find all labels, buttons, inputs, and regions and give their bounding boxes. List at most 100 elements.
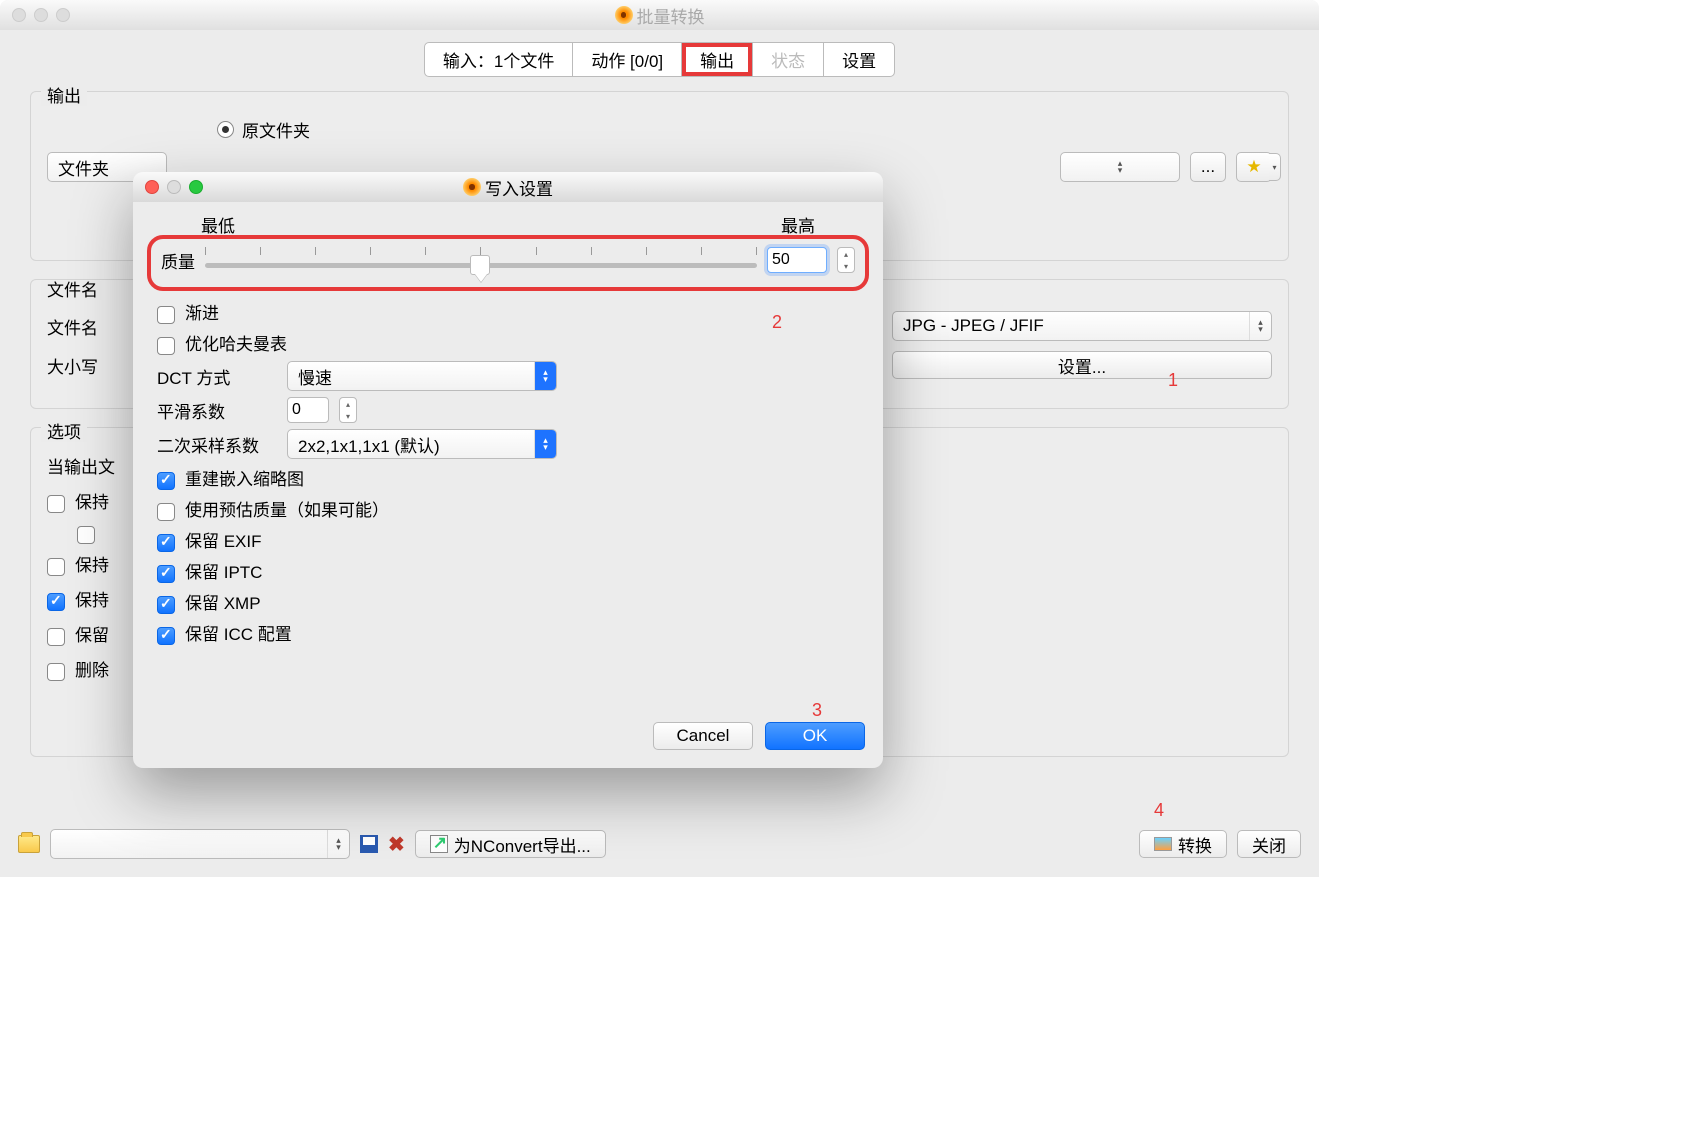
updown-icon: ▴▾ (1249, 312, 1271, 340)
close-icon[interactable] (12, 8, 26, 22)
output-group-label: 输出 (41, 87, 87, 106)
sub-checkbox[interactable] (77, 526, 95, 544)
progressive-label: 渐进 (185, 299, 219, 324)
window-title: 批量转换 (615, 3, 705, 28)
lowest-label: 最低 (201, 212, 235, 237)
favorite-button[interactable]: ★ ▾ (1236, 152, 1272, 182)
modal-footer: Cancel OK (653, 722, 865, 750)
quality-stepper[interactable]: ▴▾ (837, 247, 855, 273)
app-icon (615, 6, 633, 24)
export-icon (430, 835, 448, 853)
case-label: 大小写 (47, 353, 127, 378)
tabs: 输入：1个文件 动作 [0/0] 输出 状态 设置 (424, 42, 895, 77)
star-icon: ★ (1246, 157, 1261, 177)
tab-settings[interactable]: 设置 (824, 43, 894, 76)
path-dropdown[interactable]: ▴▾ (1060, 152, 1180, 182)
keep-xmp-label: 保留 XMP (185, 589, 261, 614)
tab-actions[interactable]: 动作 [0/0] (573, 43, 682, 76)
write-settings-dialog: 写入设置 最低 最高 质量 ▴▾ 渐进 优化哈夫曼表 DCT 方式 (133, 172, 883, 768)
tab-input[interactable]: 输入：1个文件 (425, 43, 573, 76)
subsampling-select[interactable]: 2x2,1x1,1x1 (默认) ▴▾ (287, 429, 557, 459)
keep-exif-checkbox[interactable] (157, 534, 175, 552)
updown-icon: ▴▾ (534, 362, 556, 390)
minimize-icon[interactable] (34, 8, 48, 22)
convert-button[interactable]: 转换 (1139, 830, 1227, 858)
when-output-label: 当输出文 (47, 453, 115, 478)
keep-icc-label: 保留 ICC 配置 (185, 620, 292, 645)
keep-xmp-checkbox[interactable] (157, 596, 175, 614)
browse-button[interactable]: ... (1190, 152, 1226, 182)
tab-output[interactable]: 输出 (682, 43, 753, 76)
est-quality-label: 使用预估质量（如果可能） (185, 496, 389, 521)
app-icon (463, 178, 481, 196)
updown-icon: ▴▾ (327, 830, 349, 858)
modal-title: 写入设置 (463, 175, 553, 200)
options-group-label: 选项 (41, 423, 87, 442)
highest-label: 最高 (781, 212, 815, 237)
modal-body: 最低 最高 质量 ▴▾ 渐进 优化哈夫曼表 DCT 方式 慢速 ▴▾ (133, 202, 883, 665)
format-select[interactable]: JPG - JPEG / JFIF ▴▾ (892, 311, 1272, 341)
quality-input[interactable] (767, 247, 827, 273)
radio-original-label: 原文件夹 (242, 117, 310, 142)
keep4-checkbox[interactable] (47, 628, 65, 646)
smoothing-input[interactable] (287, 397, 329, 423)
keep1-checkbox[interactable] (47, 495, 65, 513)
close-icon[interactable] (145, 180, 159, 194)
huffman-label: 优化哈夫曼表 (185, 330, 287, 355)
keep4-label: 保留 (75, 621, 109, 646)
filename-group-label: 文件名 (41, 281, 104, 300)
export-button[interactable]: 为NConvert导出... (415, 830, 606, 858)
format-select-label: JPG - JPEG / JFIF (893, 316, 1249, 336)
close-button[interactable]: 关闭 (1237, 830, 1301, 858)
minimize-icon[interactable] (167, 180, 181, 194)
preset-select[interactable]: ▴▾ (50, 829, 350, 859)
convert-icon (1154, 837, 1172, 851)
ok-button[interactable]: OK (765, 722, 865, 750)
modal-titlebar: 写入设置 (133, 172, 883, 202)
scale-labels: 最低 最高 (147, 212, 869, 237)
quality-row: 质量 ▴▾ (147, 235, 869, 291)
chevron-down-icon[interactable]: ▾ (1269, 153, 1281, 181)
rebuild-thumb-label: 重建嵌入缩略图 (185, 465, 304, 490)
modal-traffic-lights (145, 180, 203, 194)
folder-icon[interactable] (18, 835, 40, 853)
bottom-bar: ▴▾ ✖ 为NConvert导出... 转换 关闭 (18, 829, 1301, 859)
keep3-label: 保持 (75, 586, 109, 611)
keep-icc-checkbox[interactable] (157, 627, 175, 645)
format-settings-button[interactable]: 设置... (892, 351, 1272, 379)
slider-thumb[interactable] (470, 255, 490, 275)
delete-icon[interactable]: ✖ (388, 832, 405, 857)
keep-exif-label: 保留 EXIF (185, 527, 262, 552)
est-quality-checkbox[interactable] (157, 503, 175, 521)
huffman-checkbox[interactable] (157, 337, 175, 355)
updown-icon: ▴▾ (534, 430, 556, 458)
window-title-text: 批量转换 (637, 3, 705, 28)
save-icon[interactable] (360, 835, 378, 853)
radio-icon (217, 121, 234, 138)
keep3-checkbox[interactable] (47, 593, 65, 611)
keep2-checkbox[interactable] (47, 558, 65, 576)
traffic-lights (12, 8, 70, 22)
zoom-icon[interactable] (189, 180, 203, 194)
main-titlebar: 批量转换 (0, 0, 1319, 30)
delete-label: 删除 (75, 656, 109, 681)
keep-iptc-label: 保留 IPTC (185, 558, 262, 583)
progressive-checkbox[interactable] (157, 306, 175, 324)
subsampling-label: 二次采样系数 (157, 432, 277, 457)
dct-label: DCT 方式 (157, 364, 277, 389)
tabs-row: 输入：1个文件 动作 [0/0] 输出 状态 设置 (0, 42, 1319, 77)
quality-slider[interactable] (205, 247, 757, 273)
zoom-icon[interactable] (56, 8, 70, 22)
keep1-label: 保持 (75, 488, 109, 513)
smoothing-label: 平滑系数 (157, 398, 277, 423)
cancel-button[interactable]: Cancel (653, 722, 753, 750)
keep-iptc-checkbox[interactable] (157, 565, 175, 583)
tab-status[interactable]: 状态 (753, 43, 824, 76)
delete-checkbox[interactable] (47, 663, 65, 681)
radio-original-folder[interactable]: 原文件夹 (217, 117, 1272, 142)
dct-select[interactable]: 慢速 ▴▾ (287, 361, 557, 391)
smoothing-stepper[interactable]: ▴▾ (339, 397, 357, 423)
filename-label: 文件名 (47, 314, 127, 339)
rebuild-thumb-checkbox[interactable] (157, 472, 175, 490)
keep2-label: 保持 (75, 551, 109, 576)
